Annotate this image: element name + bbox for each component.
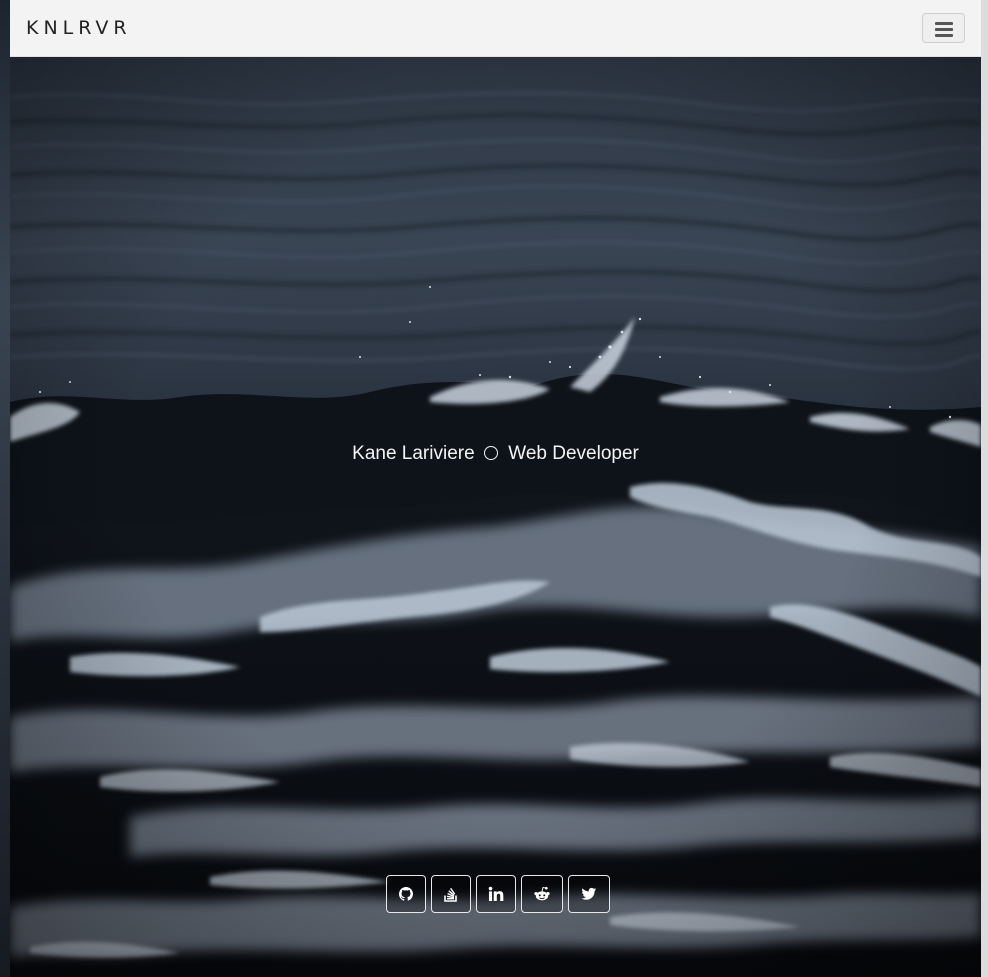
github-button[interactable] bbox=[386, 875, 426, 913]
ocean-wave-background bbox=[10, 57, 981, 977]
hero-name: Kane Lariviere bbox=[352, 443, 475, 464]
hamburger-icon bbox=[935, 22, 953, 37]
browser-window: KNLRVR Kane Lariviere Web Developer bbox=[0, 0, 988, 977]
twitter-button[interactable] bbox=[568, 875, 610, 913]
reddit-button[interactable] bbox=[521, 875, 563, 913]
linkedin-icon bbox=[488, 886, 504, 902]
twitter-icon bbox=[581, 887, 597, 900]
navbar: KNLRVR bbox=[10, 0, 981, 57]
reddit-icon bbox=[534, 886, 550, 901]
social-links bbox=[386, 875, 610, 913]
linkedin-button[interactable] bbox=[476, 875, 516, 913]
hero-role: Web Developer bbox=[508, 443, 639, 464]
window-edge bbox=[0, 0, 10, 977]
navbar-toggler-button[interactable] bbox=[922, 13, 965, 43]
stack-overflow-icon bbox=[444, 887, 457, 902]
window-edge-right bbox=[981, 0, 988, 977]
hero-tagline: Kane Lariviere Web Developer bbox=[10, 441, 981, 467]
circle-icon bbox=[483, 446, 498, 460]
brand-logo[interactable]: KNLRVR bbox=[26, 16, 132, 40]
stack-overflow-button[interactable] bbox=[431, 875, 471, 913]
hero-section: Kane Lariviere Web Developer bbox=[10, 57, 981, 977]
github-icon bbox=[399, 887, 413, 901]
